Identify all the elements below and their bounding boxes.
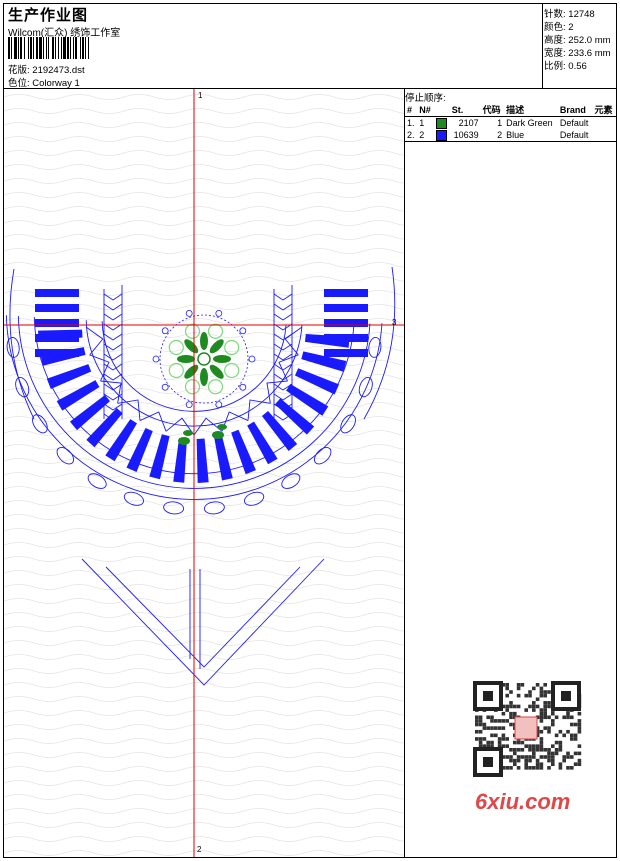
satin-bar bbox=[324, 334, 368, 342]
design-info: 花版: 2192473.dst bbox=[8, 62, 85, 76]
embroidery-design bbox=[4, 89, 404, 857]
leaf bbox=[183, 430, 193, 436]
stop-sequence-table: # N# St. 代码 描述 Brand 元素 1. 1 2107 1 Dark… bbox=[405, 103, 616, 142]
satin-bar bbox=[35, 349, 79, 357]
barcode bbox=[8, 37, 144, 59]
spec-stitches: 针数: 12748 bbox=[544, 9, 595, 20]
spec-panel: 针数: 12748 颜色: 2 高度: 252.0 mm 宽度: 233.6 m… bbox=[542, 4, 616, 88]
qr-code bbox=[471, 681, 585, 781]
stop-sequence-panel: 停止顺序: # N# St. 代码 描述 Brand 元素 1. 1 2107 … bbox=[405, 89, 616, 857]
leaf bbox=[217, 424, 227, 430]
table-row[interactable]: 1. 1 2107 1 Dark Green Default bbox=[405, 117, 616, 130]
satin-bar bbox=[35, 334, 79, 342]
watermark-logo: 6xiu.com bbox=[475, 789, 571, 814]
marker-top: 1 bbox=[198, 91, 203, 100]
petal bbox=[200, 368, 208, 386]
col-description: 描述 bbox=[504, 103, 558, 117]
petal bbox=[200, 332, 208, 350]
leaf bbox=[212, 431, 224, 439]
spec-scale: 比例: 0.56 bbox=[544, 61, 587, 72]
petal bbox=[213, 355, 231, 363]
design-canvas[interactable]: 1 2 3 bbox=[4, 89, 405, 857]
header-info: 生产作业图 Wilcom(汇众) 绣饰工作室 花版: 2192473.dst 色… bbox=[4, 4, 543, 89]
production-sheet: 生产作业图 Wilcom(汇众) 绣饰工作室 花版: 2192473.dst 色… bbox=[3, 3, 617, 858]
page-title: 生产作业图 bbox=[8, 7, 89, 24]
table-row[interactable]: 2. 2 10639 2 Blue Default bbox=[405, 129, 616, 142]
satin-bar bbox=[324, 304, 368, 312]
color-swatch bbox=[435, 129, 447, 141]
satin-bar bbox=[324, 319, 368, 327]
leaf bbox=[178, 437, 190, 445]
satin-bar bbox=[35, 304, 79, 312]
satin-bar bbox=[324, 349, 368, 357]
col-brand: Brand bbox=[557, 103, 593, 117]
col-element: 元素 bbox=[592, 103, 616, 117]
col-code: 代码 bbox=[480, 103, 505, 117]
spec-colors: 颜色: 2 bbox=[544, 22, 574, 33]
table-header: # N# St. 代码 描述 Brand 元素 bbox=[405, 103, 616, 117]
spec-height: 高度: 252.0 mm bbox=[544, 35, 611, 46]
col-stitches: St. bbox=[449, 103, 481, 117]
col-index: # bbox=[405, 103, 418, 117]
colorway-info: 色位: Colorway 1 bbox=[8, 75, 80, 89]
col-number: N# bbox=[417, 103, 434, 117]
spec-width: 宽度: 233.6 mm bbox=[544, 48, 611, 59]
stop-sequence-title: 停止顺序: bbox=[405, 93, 446, 104]
satin-bar bbox=[35, 289, 79, 297]
satin-bar bbox=[324, 289, 368, 297]
flower-center bbox=[197, 352, 211, 366]
satin-bar bbox=[35, 319, 79, 327]
marker-right: 3 bbox=[392, 318, 397, 327]
petal bbox=[177, 355, 195, 363]
marker-bottom: 2 bbox=[197, 845, 202, 854]
color-swatch bbox=[435, 117, 447, 129]
